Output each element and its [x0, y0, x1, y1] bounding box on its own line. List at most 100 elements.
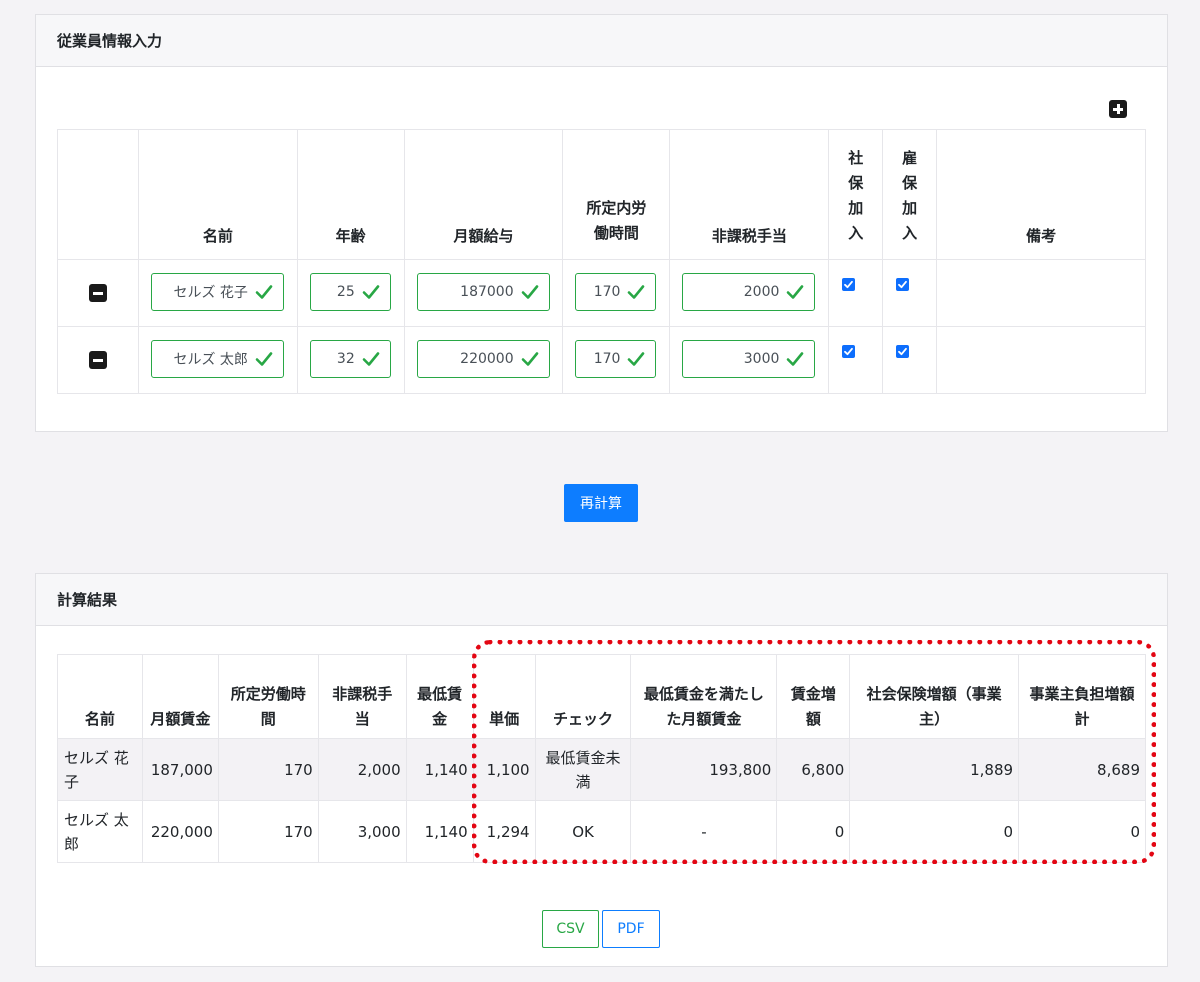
input-table-row: セルズ 花子 25 187000 170 2000 [57, 259, 1146, 327]
res-col-name: 名前 [57, 654, 143, 739]
input-cell-age: 25 [296, 259, 405, 327]
input-cell-age: 32 [296, 326, 405, 394]
result-cell-required: - [630, 800, 778, 863]
input-cell-koho [882, 326, 938, 394]
col-note: 備考 [936, 129, 1146, 260]
result-table: 名前 月額賃金 所定労働時間 非課税手当 最低賃金 単価 チェック 最低賃金を満… [57, 654, 1146, 863]
valid-check-icon [787, 352, 804, 366]
input-cell-name: セルズ 太郎 [137, 326, 298, 394]
salary-field[interactable]: 187000 [416, 273, 550, 311]
result-cell-allowance: 2,000 [317, 738, 407, 801]
allowance-field[interactable]: 3000 [682, 340, 816, 378]
checkbox-check-icon [844, 347, 854, 356]
remove-row-minus-icon[interactable] [89, 351, 107, 369]
hours-field[interactable]: 170 [575, 340, 657, 378]
col-hours: 所定内労働時間 [562, 129, 671, 260]
result-cell-total: 8,689 [1018, 738, 1146, 801]
res-col-min-wage: 最低賃金 [405, 654, 474, 739]
col-age: 年齢 [296, 129, 405, 260]
res-col-hours: 所定労働時間 [217, 654, 319, 739]
result-cell-total: 0 [1018, 800, 1146, 863]
col-actions [57, 129, 139, 260]
valid-check-icon [628, 285, 645, 299]
res-col-social: 社会保険増額（事業主） [849, 654, 1020, 739]
input-table-row: セルズ 太郎 32 220000 170 3000 [57, 326, 1146, 394]
result-cell-name: セルズ 太郎 [57, 800, 143, 863]
res-col-allowance: 非課税手当 [317, 654, 407, 739]
shaho-checkbox[interactable] [842, 345, 856, 358]
valid-check-icon [521, 285, 538, 299]
valid-check-icon [362, 352, 380, 366]
input-cell-koho [882, 259, 938, 327]
res-col-check: チェック [534, 654, 632, 739]
age-field[interactable]: 32 [309, 340, 391, 378]
salary-field[interactable]: 220000 [416, 340, 550, 378]
koho-checkbox[interactable] [896, 345, 910, 358]
input-cell-hours: 170 [562, 326, 671, 394]
valid-check-icon [787, 285, 804, 299]
result-cell-social: 0 [849, 800, 1020, 863]
result-cell-increase: 0 [776, 800, 851, 863]
col-koho: 雇保加入 [882, 129, 938, 260]
result-cell-wage: 187,000 [141, 738, 219, 801]
result-cell-wage: 220,000 [141, 800, 219, 863]
csv-export-button[interactable]: CSV [542, 910, 599, 948]
result-cell-required: 193,800 [630, 738, 778, 801]
result-cell-name: セルズ 花子 [57, 738, 143, 801]
input-cell-salary: 187000 [403, 259, 564, 327]
pdf-export-button[interactable]: PDF [602, 910, 660, 948]
col-name: 名前 [137, 129, 298, 260]
input-cell-name: セルズ 花子 [137, 259, 298, 327]
input-card-title: 従業員情報入力 [36, 15, 1167, 67]
result-cell-check: OK [534, 800, 632, 863]
add-row-plus-icon[interactable] [1109, 100, 1127, 118]
row-action-cell [57, 259, 139, 327]
result-card: 計算結果 名前 月額賃金 所定労働時間 非課税手当 最低賃金 単価 チェック 最… [35, 573, 1168, 967]
result-cell-unit: 1,294 [472, 800, 536, 863]
employee-input-card: 従業員情報入力 名前 年齢 月額給与 所定内労働時間 非課税手当 社保加入 雇保… [35, 14, 1168, 432]
input-cell-salary: 220000 [403, 326, 564, 394]
remove-row-minus-icon[interactable] [89, 284, 107, 302]
res-col-wage: 月額賃金 [141, 654, 219, 739]
result-cell-increase: 6,800 [776, 738, 851, 801]
result-cell-hours: 170 [217, 800, 319, 863]
shaho-checkbox[interactable] [842, 278, 856, 291]
row-action-cell [57, 326, 139, 394]
res-col-total: 事業主負担増額計 [1018, 654, 1146, 739]
recalculate-button[interactable]: 再計算 [564, 484, 638, 522]
result-card-title: 計算結果 [36, 574, 1167, 626]
col-allowance: 非課税手当 [669, 129, 830, 260]
result-cell-min-wage: 1,140 [405, 800, 474, 863]
res-col-unit: 単価 [472, 654, 536, 739]
input-cell-shaho [828, 326, 884, 394]
res-col-increase: 賃金増額 [776, 654, 851, 739]
allowance-field[interactable]: 2000 [682, 273, 816, 311]
input-cell-hours: 170 [562, 259, 671, 327]
checkbox-check-icon [844, 280, 854, 289]
name-field[interactable]: セルズ 太郎 [150, 340, 284, 378]
name-field[interactable]: セルズ 花子 [150, 273, 284, 311]
res-col-required: 最低賃金を満たした月額賃金 [630, 654, 778, 739]
valid-check-icon [362, 285, 380, 299]
result-cell-unit: 1,100 [472, 738, 536, 801]
koho-checkbox[interactable] [896, 278, 910, 291]
result-cell-check: 最低賃金未満 [534, 738, 632, 801]
input-cell-allowance: 2000 [669, 259, 830, 327]
valid-check-icon [521, 352, 538, 366]
result-cell-social: 1,889 [849, 738, 1020, 801]
input-cell-note [936, 326, 1146, 394]
input-cell-note [936, 259, 1146, 327]
checkbox-check-icon [898, 280, 908, 289]
result-cell-min-wage: 1,140 [405, 738, 474, 801]
hours-field[interactable]: 170 [575, 273, 657, 311]
valid-check-icon [628, 352, 645, 366]
col-shaho: 社保加入 [828, 129, 884, 260]
col-salary: 月額給与 [403, 129, 564, 260]
result-table-row: セルズ 花子 187,000 170 2,000 1,140 1,100 最低賃金未満 193… [57, 738, 1146, 801]
result-cell-allowance: 3,000 [317, 800, 407, 863]
employee-input-table: 名前 年齢 月額給与 所定内労働時間 非課税手当 社保加入 雇保加入 備考 セル… [57, 129, 1146, 394]
valid-check-icon [255, 285, 273, 299]
result-cell-hours: 170 [217, 738, 319, 801]
age-field[interactable]: 25 [309, 273, 391, 311]
checkbox-check-icon [898, 347, 908, 356]
